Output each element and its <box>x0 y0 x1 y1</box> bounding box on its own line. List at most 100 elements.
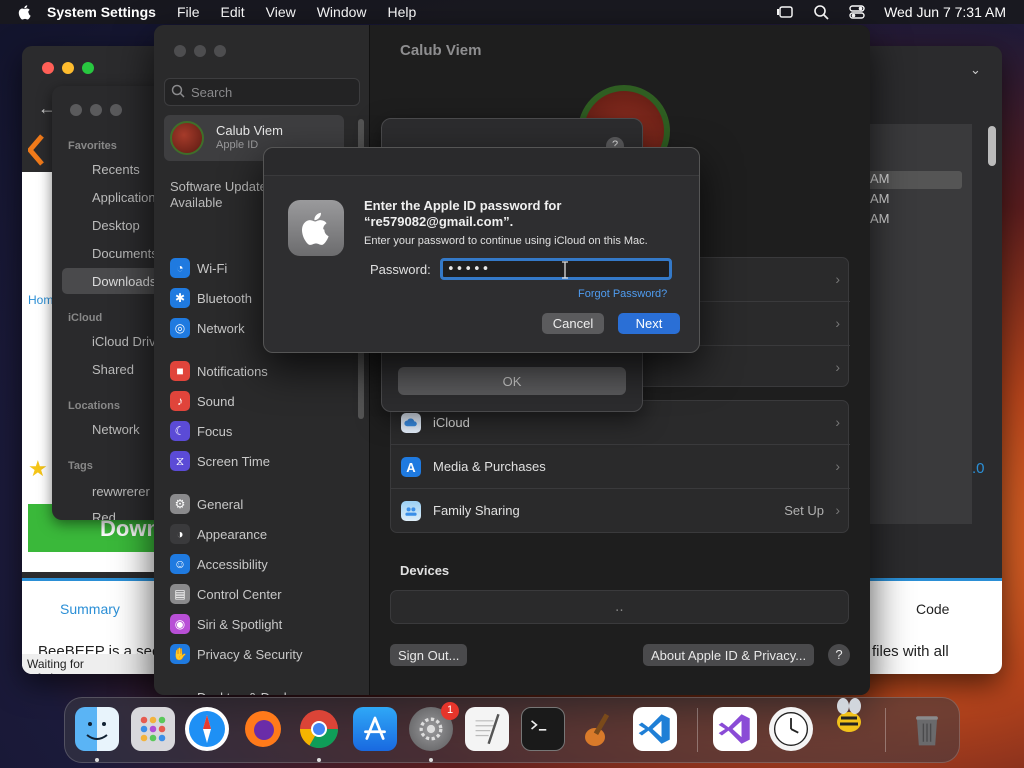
textedit-icon[interactable] <box>465 707 509 751</box>
menu-help[interactable]: Help <box>388 4 417 20</box>
finder-item-desktop[interactable]: Desktop <box>92 218 140 233</box>
row-media-purchases[interactable]: A Media & Purchases › <box>391 445 850 489</box>
sidebar-item-accessibility[interactable]: ☺ Accessibility <box>170 553 268 575</box>
browser-status-bar: Waiting for a.fsdn.com... <box>22 654 154 674</box>
bluetooth-icon: ✱ <box>170 288 190 308</box>
finder-item-recents[interactable]: Recents <box>92 162 140 177</box>
help-button[interactable]: ? <box>828 644 850 666</box>
finder-item-documents[interactable]: Documents <box>92 246 158 261</box>
ok-button[interactable]: OK <box>398 367 626 395</box>
finder-item-icloud-drive[interactable]: iCloud Drive <box>92 334 162 349</box>
finder-minimize-button[interactable] <box>90 104 102 116</box>
beebeep-icon[interactable] <box>827 696 871 740</box>
clock-icon[interactable] <box>769 707 813 751</box>
finder-tag-item[interactable]: rewwrerer <box>92 484 150 499</box>
finder-tag-item[interactable]: Red <box>92 510 116 520</box>
dock-separator <box>697 708 698 752</box>
sidebar-item-general[interactable]: ⚙ General <box>170 493 243 515</box>
spotlight-search-icon[interactable] <box>812 4 830 20</box>
running-indicator <box>95 758 99 762</box>
sidebar-item-desktop-dock[interactable]: ▭ Desktop & Dock <box>170 686 290 695</box>
apple-menu-icon[interactable] <box>17 4 33 20</box>
chrome-icon[interactable] <box>297 707 341 751</box>
finder-item-applications[interactable]: Applications <box>92 190 162 205</box>
account-name: Calub Viem <box>216 123 283 138</box>
sidebar-item-wi-fi[interactable]: ◔ Wi-Fi <box>170 257 227 279</box>
avatar <box>170 121 204 155</box>
launchpad-icon[interactable] <box>131 707 175 751</box>
accessibility-icon: ☺ <box>170 554 190 574</box>
menu-file[interactable]: File <box>177 4 200 20</box>
cancel-button[interactable]: Cancel <box>542 313 604 334</box>
sidebar-item-control-center[interactable]: ▤ Control Center <box>170 583 282 605</box>
sidebar-item-bluetooth[interactable]: ✱ Bluetooth <box>170 287 252 309</box>
stage-manager-icon[interactable] <box>776 4 794 20</box>
focus-icon: ☾ <box>170 421 190 441</box>
finder-zoom-button[interactable] <box>110 104 122 116</box>
running-indicator <box>317 758 321 762</box>
sidebar-item-label: Bluetooth <box>197 290 252 306</box>
row-family-sharing[interactable]: Family Sharing Set Up › <box>391 489 850 533</box>
password-label: Password: <box>370 262 431 277</box>
sidebar-item-siri-spotlight[interactable]: ◉ Siri & Spotlight <box>170 613 282 635</box>
siri-icon: ◉ <box>170 614 190 634</box>
time-list-item: AM <box>870 211 890 226</box>
sidebar-item-label: Desktop & Dock <box>197 690 290 696</box>
sidebar-item-screen-time[interactable]: ⧖ Screen Time <box>170 450 270 472</box>
finder-item-downloads[interactable]: Downloads <box>92 274 156 289</box>
page-title: Calub Viem <box>400 42 482 59</box>
screen-time-icon: ⧖ <box>170 451 190 471</box>
browser-zoom-button[interactable] <box>82 62 94 74</box>
browser-scrollbar[interactable] <box>988 126 996 166</box>
sidebar-item-label: Appearance <box>197 526 268 542</box>
sidebar-item-software-update[interactable]: Software Update Available <box>170 179 267 211</box>
terminal-icon[interactable] <box>521 707 565 751</box>
notifications-icon: ■ <box>170 361 190 381</box>
garageband-icon[interactable] <box>577 707 621 751</box>
firefox-icon[interactable] <box>241 707 285 751</box>
sidebar-item-label: Focus <box>197 423 233 439</box>
menu-view[interactable]: View <box>266 4 296 20</box>
menu-app-name[interactable]: System Settings <box>47 4 156 20</box>
settings-minimize-button[interactable] <box>194 45 206 57</box>
chevron-right-icon: › <box>835 359 840 375</box>
software-update-status: Available <box>170 195 223 210</box>
next-button[interactable]: Next <box>618 313 680 334</box>
finder-icon[interactable] <box>75 707 119 751</box>
menu-clock[interactable]: Wed Jun 7 7:31 AM <box>884 4 1006 20</box>
settings-close-button[interactable] <box>174 45 186 57</box>
menu-edit[interactable]: Edit <box>221 4 245 20</box>
menu-window[interactable]: Window <box>317 4 367 20</box>
trash-icon[interactable] <box>905 707 949 751</box>
sidebar-item-appearance[interactable]: ◑ Appearance <box>170 523 267 545</box>
forgot-password-link[interactable]: Forgot Password? <box>578 288 667 300</box>
sidebar-item-network[interactable]: ◎ Network <box>170 317 245 339</box>
sidebar-item-label: Screen Time <box>197 453 270 469</box>
tab-code[interactable]: Code <box>916 601 949 617</box>
breadcrumb-home[interactable]: Hom <box>28 293 53 307</box>
sidebar-item-notifications[interactable]: ■ Notifications <box>170 360 268 382</box>
password-field[interactable] <box>440 258 672 280</box>
search-input[interactable]: Search <box>164 78 360 106</box>
sidebar-item-focus[interactable]: ☾ Focus <box>170 420 232 442</box>
settings-zoom-button[interactable] <box>214 45 226 57</box>
app-store-dock-icon[interactable] <box>353 707 397 751</box>
dialog-title: Enter the Apple ID password for <box>364 198 562 213</box>
browser-minimize-button[interactable] <box>62 62 74 74</box>
sidebar-item-label: Privacy & Security <box>197 646 303 662</box>
finder-item-shared[interactable]: Shared <box>92 362 134 377</box>
safari-icon[interactable] <box>185 707 229 751</box>
control-center-icon[interactable] <box>848 4 866 20</box>
tab-summary[interactable]: Summary <box>60 601 120 617</box>
sidebar-item-sound[interactable]: ♪ Sound <box>170 390 235 412</box>
sidebar-item-privacy-security[interactable]: ✋ Privacy & Security <box>170 643 302 665</box>
visual-studio-icon[interactable] <box>713 707 757 751</box>
browser-close-button[interactable] <box>42 62 54 74</box>
finder-close-button[interactable] <box>70 104 82 116</box>
browser-chevron-down-icon[interactable]: ⌄ <box>970 62 981 78</box>
finder-item-network[interactable]: Network <box>92 422 140 437</box>
family-sharing-status: Set Up <box>784 503 824 518</box>
about-apple-id-privacy-button[interactable]: About Apple ID & Privacy... <box>643 644 815 666</box>
sign-out-button[interactable]: Sign Out... <box>390 644 468 666</box>
vscode-icon[interactable] <box>633 707 677 751</box>
